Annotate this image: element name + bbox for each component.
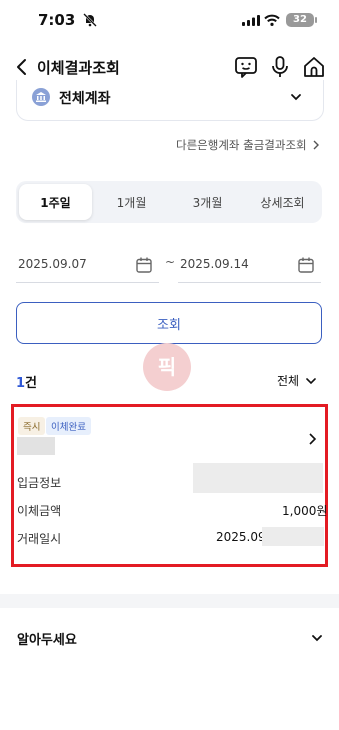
chevron-down-icon (306, 377, 316, 384)
start-date-value: 2025.09.07 (18, 257, 87, 271)
other-bank-result-link[interactable]: 다른은행계좌 출금결과조회 (176, 137, 321, 153)
date-separator: ~ (165, 255, 176, 269)
end-date-field[interactable]: 2025.09.14 (178, 250, 321, 283)
tab-1-week[interactable]: 1주일 (19, 184, 92, 220)
calendar-icon[interactable] (297, 256, 315, 274)
section-divider (0, 594, 339, 608)
calendar-icon[interactable] (135, 256, 153, 274)
tab-3-months[interactable]: 3개월 (171, 184, 244, 220)
result-count-suffix: 건 (25, 376, 38, 391)
signal-icon (242, 15, 260, 26)
masked-deposit-info (193, 463, 323, 493)
battery-indicator: 32 (286, 13, 317, 27)
tag-transfer-complete: 이체완료 (46, 417, 91, 435)
chevron-right-icon[interactable] (308, 432, 318, 446)
result-count: 1건 (16, 372, 37, 391)
search-button[interactable]: 조회 (16, 302, 322, 344)
transaction-datetime-label: 거래일시 (17, 532, 62, 546)
filter-dropdown[interactable]: 전체 (277, 372, 317, 389)
tab-detail-search[interactable]: 상세조회 (246, 184, 319, 220)
transaction-datetime-value: 2025.09 (216, 530, 266, 544)
watermark-badge: 픽 (143, 343, 191, 391)
chevron-down-icon[interactable] (310, 631, 324, 645)
chevron-down-icon (291, 94, 301, 101)
wifi-icon (264, 14, 280, 26)
end-date-value: 2025.09.14 (180, 257, 249, 271)
transfer-amount-value: 1,000원 (282, 504, 328, 518)
transfer-amount-label: 이체금액 (17, 504, 62, 518)
bank-icon (32, 88, 50, 106)
status-time: 7:03 (38, 11, 76, 29)
masked-datetime (262, 527, 324, 546)
other-bank-result-label: 다른은행계좌 출금결과조회 (176, 138, 307, 152)
chatbot-icon[interactable] (233, 54, 259, 80)
tab-1-month[interactable]: 1개월 (95, 184, 168, 220)
result-count-number: 1 (16, 376, 26, 391)
back-arrow-icon[interactable] (10, 55, 34, 79)
microphone-icon[interactable] (267, 54, 293, 80)
page-title: 이체결과조회 (37, 59, 120, 77)
home-icon[interactable] (301, 54, 327, 80)
deposit-info-label: 입금정보 (17, 476, 62, 490)
notice-title[interactable]: 알아두세요 (17, 629, 77, 648)
account-select-label: 전체계좌 (59, 91, 111, 107)
masked-recipient (17, 437, 55, 455)
bell-off-icon (83, 13, 97, 27)
filter-dropdown-label: 전체 (277, 374, 300, 388)
chevron-right-icon (313, 140, 319, 150)
start-date-field[interactable]: 2025.09.07 (16, 250, 159, 283)
watermark-text: 픽 (158, 355, 176, 379)
tag-instant: 즉시 (18, 417, 46, 435)
